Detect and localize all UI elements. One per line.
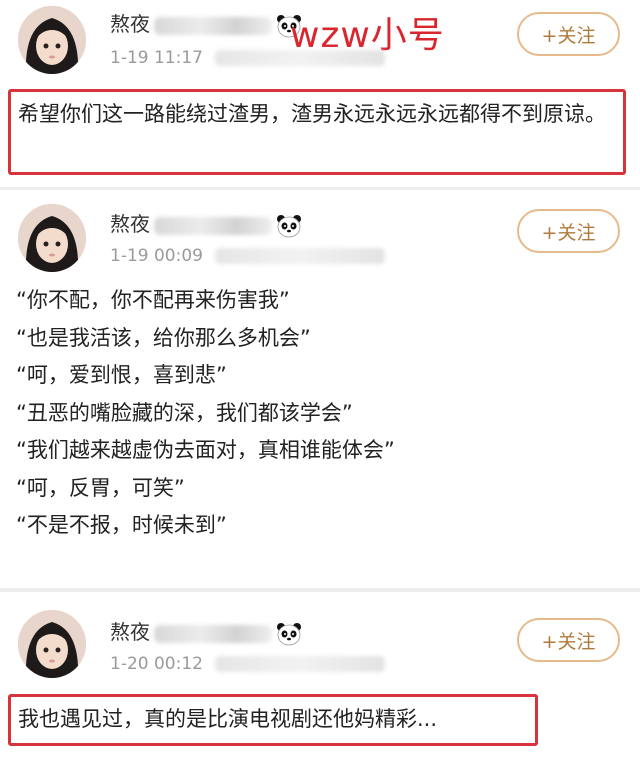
timestamp: 1-20 00:12	[110, 654, 203, 674]
blurred-name	[154, 216, 272, 235]
username-text[interactable]: 熬夜	[110, 12, 150, 36]
post-card-1: 熬夜 wzw小号 1-19 11:17 +关注 希望你们这一路能绕过渣男，渣男永…	[0, 0, 640, 187]
lyric-line: “也是我活该，给你那么多机会”	[16, 325, 311, 350]
avatar-girl-icon	[18, 6, 86, 74]
avatar[interactable]	[18, 6, 86, 74]
post-card-3: 熬夜 1-20 00:12 +关注 我也遇见过，真的是比演电视剧还他妈精彩...	[0, 592, 640, 761]
post-text: 我也遇见过，真的是比演电视剧还他妈精彩...	[18, 707, 438, 731]
post-meta: 1-19 00:09	[110, 246, 385, 266]
post-meta: 1-20 00:12	[110, 654, 385, 674]
avatar[interactable]	[18, 610, 86, 678]
blurred-source	[214, 656, 385, 672]
lyric-line: “我们越来越虚伪去面对，真相谁能体会”	[16, 438, 395, 462]
post-card-2: 熬夜 1-19 00:09 +关注 “你不配，你不配再来伤害我” “也是我活该，…	[0, 190, 640, 588]
panda-emoji-icon	[277, 214, 301, 237]
lyric-line: “你不配，你不配再来伤害我”	[16, 288, 290, 312]
panda-emoji-icon	[277, 622, 301, 645]
lyric-line: “呵，爱到恨，喜到悲”	[16, 363, 227, 387]
blurred-name	[154, 16, 272, 35]
lyric-lines: “你不配，你不配再来伤害我” “也是我活该，给你那么多机会” “呵，爱到恨，喜到…	[16, 282, 395, 545]
lyric-line: “呵，反胃，可笑”	[16, 475, 185, 500]
follow-button[interactable]: +关注	[517, 209, 620, 253]
blurred-source	[214, 50, 385, 66]
avatar[interactable]	[18, 204, 86, 272]
follow-button[interactable]: +关注	[517, 618, 620, 662]
username[interactable]: 熬夜	[110, 8, 302, 38]
lyric-line: “不是不报，时候未到”	[16, 513, 227, 537]
lyric-line: “丑恶的嘴脸藏的深，我们都该学会”	[16, 400, 353, 425]
avatar-girl-icon	[18, 204, 86, 272]
username[interactable]: 熬夜	[110, 208, 302, 238]
timestamp: 1-19 00:09	[110, 246, 203, 266]
avatar-girl-icon	[18, 610, 86, 678]
follow-button[interactable]: +关注	[517, 12, 620, 56]
blurred-name	[154, 624, 272, 643]
username-text[interactable]: 熬夜	[110, 212, 150, 236]
timestamp: 1-19 11:17	[110, 48, 203, 68]
post-meta: 1-19 11:17	[110, 48, 385, 68]
post-text: 希望你们这一路能绕过渣男，渣男永远永远永远都得不到原谅。	[18, 102, 606, 126]
username[interactable]: 熬夜	[110, 616, 302, 646]
username-text[interactable]: 熬夜	[110, 620, 150, 644]
blurred-source	[214, 248, 385, 264]
